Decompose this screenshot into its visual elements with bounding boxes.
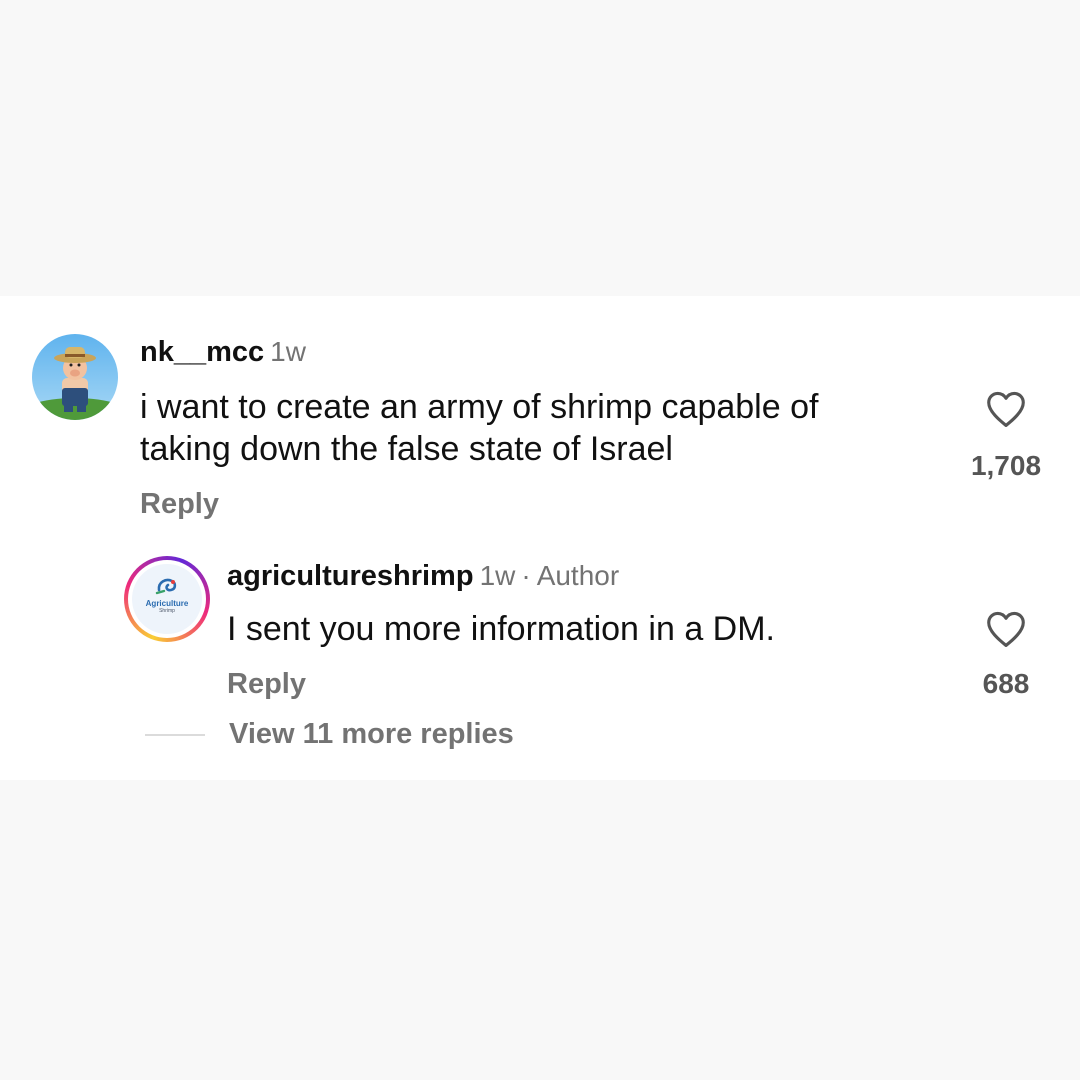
reply-avatar[interactable]: Agriculture Shrimp [124,556,210,642]
divider-line [145,733,205,736]
page: nk__mcc 1w i want to create an army of sh… [0,0,1080,1080]
commenter-avatar[interactable] [32,334,118,420]
comment-text-line: taking down the false state of Israel [140,430,673,468]
author-badge: Author [536,560,620,591]
like-count: 688 [982,668,1030,699]
logo-subtext: Shrimp [159,608,175,614]
reply-reply-button[interactable]: Reply [227,668,306,701]
view-more-replies-label: View 11 more replies [229,718,514,750]
farmer-avatar-icon [32,334,118,420]
comment-timestamp: 1w [270,336,306,367]
agriculture-shrimp-logo: Agriculture Shrimp [132,564,202,634]
like-count: 1,708 [970,450,1042,481]
shrimp-logo-icon [155,578,177,595]
comment-like: 1,708 [960,390,1052,482]
comment-text: i want to create an army of shrimp capab… [140,386,960,470]
view-more-replies-button[interactable]: View 11 more replies [145,718,514,751]
comment-text-line: i want to create an army of shrimp capab… [140,388,819,426]
logo-text: Agriculture [145,599,189,608]
reply-like: 688 [960,610,1052,700]
comments-card: nk__mcc 1w i want to create an army of sh… [0,296,1080,780]
comment-username[interactable]: nk__mcc [140,336,264,368]
comment-header: nk__mcc 1w [140,336,306,369]
reply-header: agricultureshrimp 1w · Author [227,560,619,593]
reply-username[interactable]: agricultureshrimp [227,560,474,592]
reply-timestamp: 1w [479,560,516,591]
meta-separator: · [521,560,531,591]
reply-button[interactable]: Reply [140,488,219,521]
heart-icon[interactable] [985,610,1027,648]
heart-icon[interactable] [985,390,1027,428]
reply-text: I sent you more information in a DM. [227,610,776,648]
